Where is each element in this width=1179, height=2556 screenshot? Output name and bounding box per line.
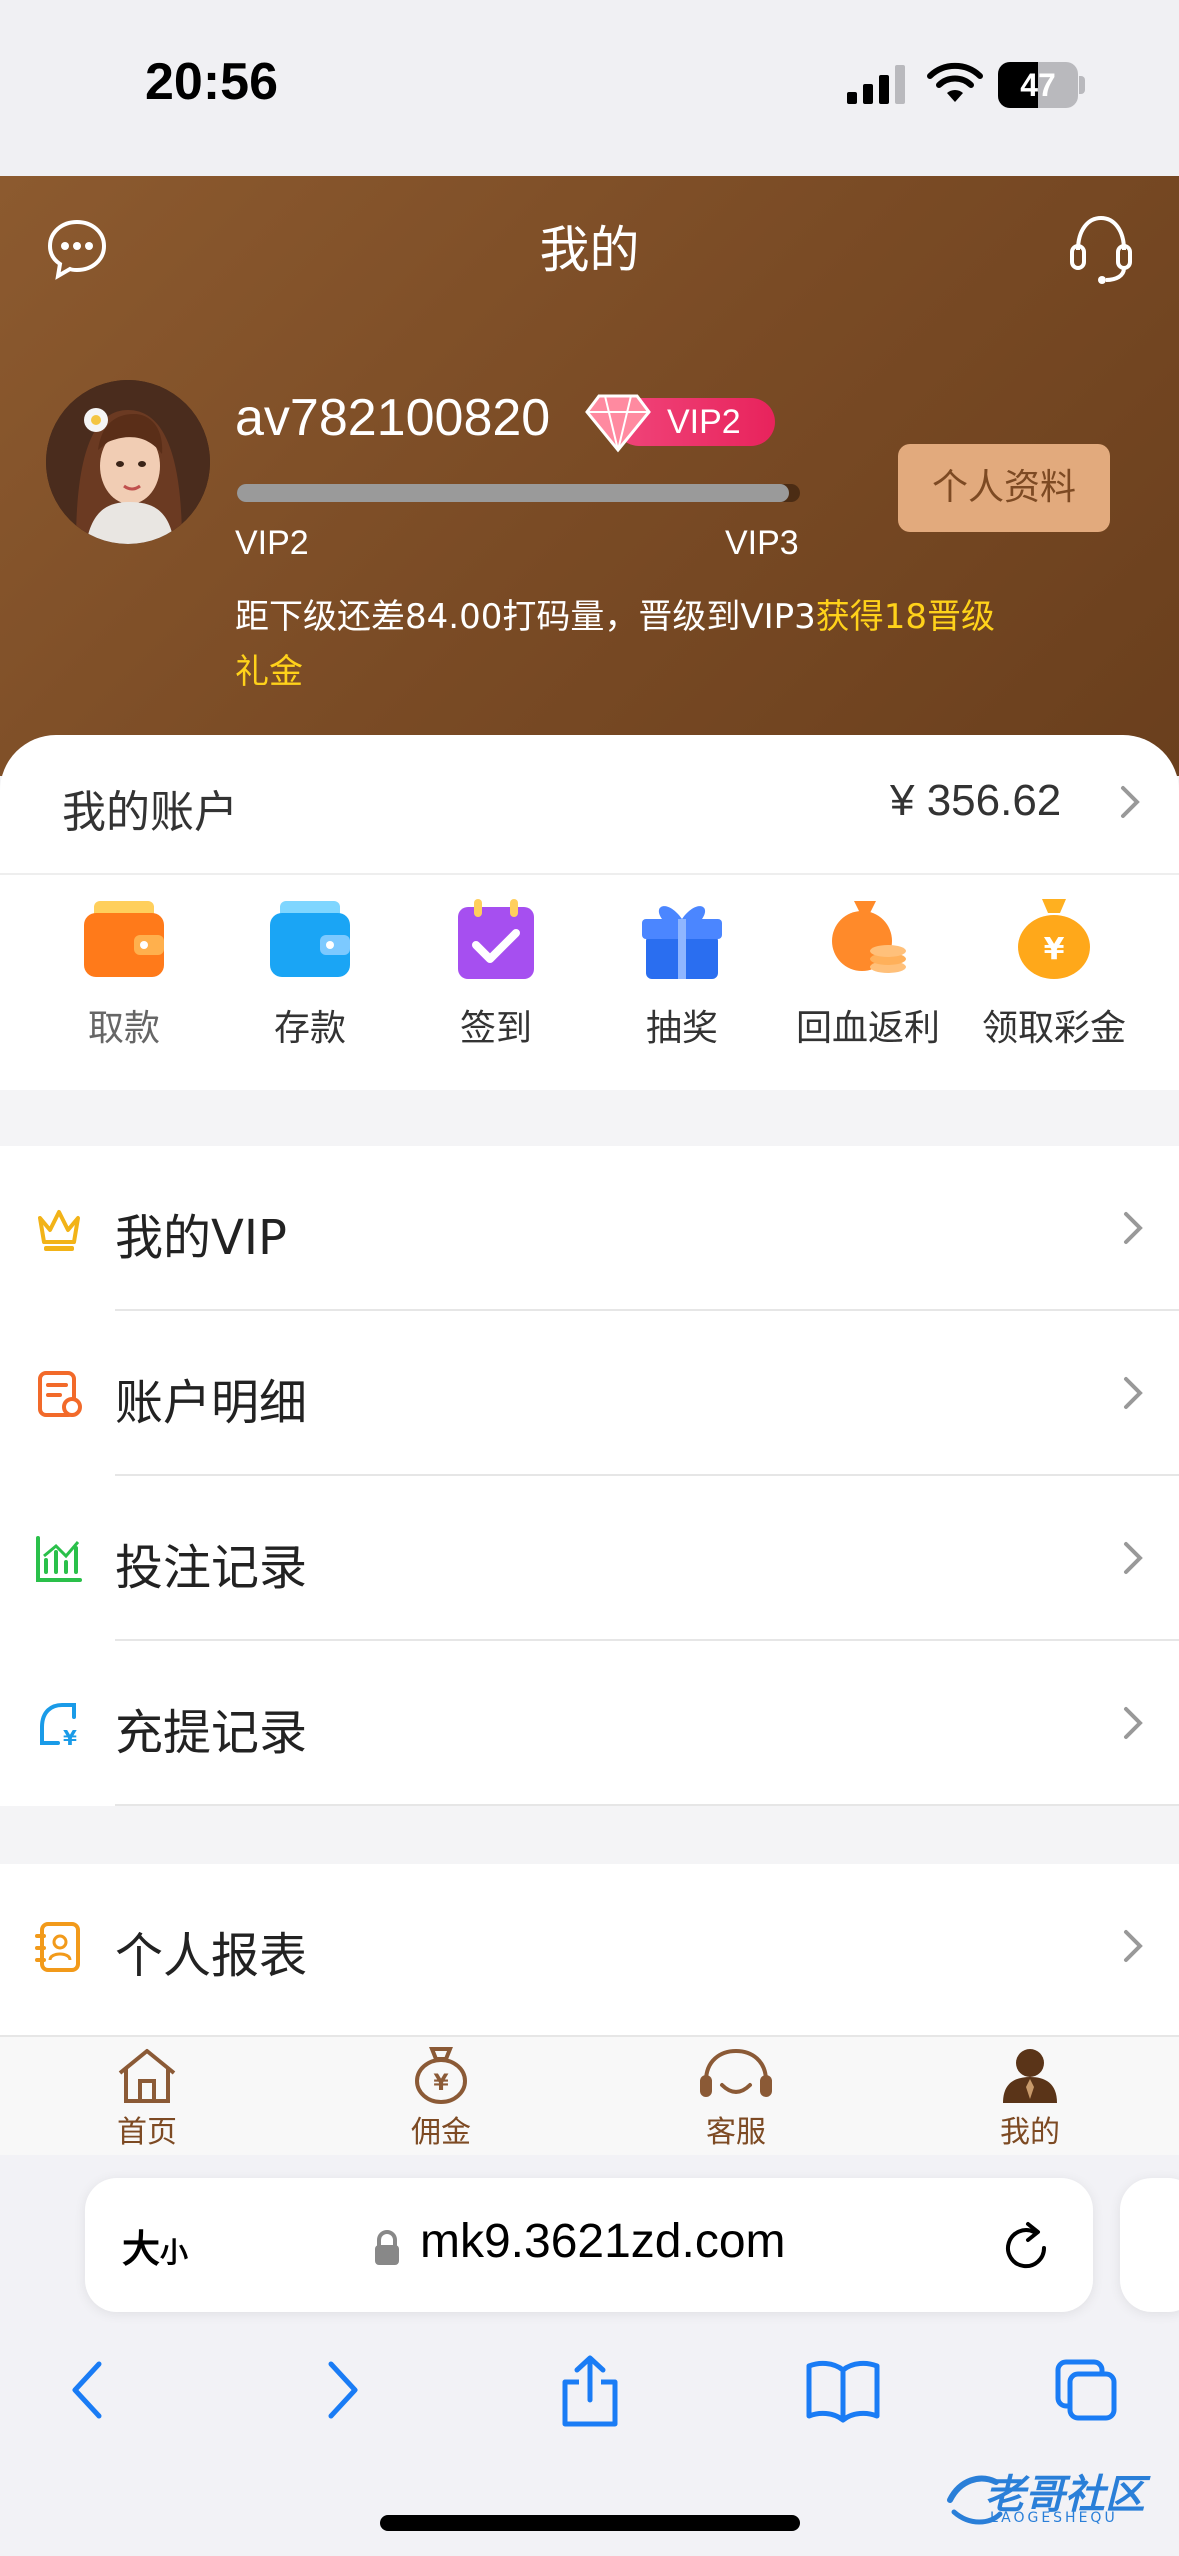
wallet-withdraw-icon [84, 901, 164, 977]
chevron-right-icon [1124, 1377, 1143, 1409]
headset-icon [700, 2048, 772, 2097]
account-label: 我的账户 [62, 787, 238, 838]
receipt-icon [38, 1371, 82, 1417]
tab-commission[interactable]: ¥ 佣金 [361, 2045, 521, 2151]
text-size-large: 大 [122, 2227, 161, 2271]
avatar[interactable] [46, 380, 210, 544]
status-time: 20:56 [145, 53, 278, 111]
vip-badge-label: VIP2 [667, 403, 741, 441]
action-label: 回血返利 [795, 1008, 940, 1049]
action-withdraw[interactable]: 取款 [31, 895, 217, 1075]
chevron-right-icon [1121, 786, 1140, 818]
commission-bag-icon: ¥ [415, 2047, 467, 2104]
tab-label: 佣金 [411, 2115, 471, 2150]
action-rebate[interactable]: 回血返利 [775, 895, 961, 1075]
avatar-image [46, 380, 210, 544]
menu-item-label: 投注记录 [115, 1540, 308, 1596]
reload-icon[interactable] [1000, 2218, 1056, 2278]
chevron-right-icon [1124, 1542, 1143, 1574]
next-level-label: VIP3 [725, 524, 799, 562]
action-deposit[interactable]: 存款 [217, 895, 403, 1075]
menu-item-my-vip[interactable]: 我的VIP [0, 1146, 1179, 1311]
crown-icon [38, 1210, 80, 1251]
wifi-icon [927, 62, 983, 102]
upgrade-hint: 距下级还差84.00打码量，晋级到VIP3获得18晋级礼金 [235, 590, 1015, 700]
action-label: 存款 [273, 1008, 346, 1049]
wallet-deposit-icon [270, 901, 350, 977]
menu-item-deposit-withdraw-records[interactable]: ¥ 充提记录 [0, 1641, 1179, 1806]
home-icon [118, 2049, 176, 2103]
chevron-right-icon [1124, 1707, 1143, 1739]
action-lottery[interactable]: 抽奖 [589, 895, 775, 1075]
svg-text:¥: ¥ [1044, 932, 1065, 967]
svg-text:¥: ¥ [433, 2071, 449, 2096]
share-icon[interactable] [555, 2350, 625, 2430]
account-balance: ¥ 356.62 [890, 776, 1062, 825]
vip-progress-bar [237, 484, 800, 502]
page-title: 我的 [539, 221, 640, 279]
tab-label: 首页 [117, 2115, 177, 2150]
customer-service-icon[interactable] [1068, 212, 1134, 284]
bookmarks-icon[interactable] [803, 2350, 883, 2430]
action-label: 领取彩金 [981, 1008, 1126, 1049]
tab-mine[interactable]: 我的 [950, 2045, 1110, 2151]
profile-button[interactable]: 个人资料 [898, 444, 1110, 532]
diamond-icon [585, 394, 651, 453]
menu-item-label: 我的VIP [115, 1210, 287, 1266]
calendar-check-icon [458, 899, 534, 979]
battery-tip [1079, 76, 1085, 94]
action-label: 抽奖 [645, 1008, 718, 1049]
vip-progress-fill [237, 484, 789, 502]
tabs-icon[interactable] [1050, 2350, 1120, 2430]
home-indicator [380, 2515, 800, 2531]
username: av782100820 [235, 389, 551, 447]
current-level-label: VIP2 [235, 524, 309, 562]
action-label: 取款 [87, 1008, 160, 1049]
watermark-subtext: LAOGESHEQU [990, 2510, 1118, 2526]
back-icon[interactable] [55, 2350, 125, 2430]
money-bag-icon: ¥ [1018, 899, 1090, 979]
signal-icon [847, 65, 905, 104]
bar-chart-icon [36, 1536, 82, 1582]
tab-label: 我的 [1000, 2115, 1060, 2150]
tab-home[interactable]: 首页 [67, 2045, 227, 2151]
divider [115, 1804, 1179, 1806]
battery-icon: 47 [998, 62, 1078, 108]
forward-icon[interactable] [305, 2350, 375, 2430]
menu-item-bet-records[interactable]: 投注记录 [0, 1476, 1179, 1641]
coin-bag-icon [832, 901, 906, 973]
lock-icon [375, 2230, 399, 2265]
action-label: 签到 [459, 1008, 532, 1049]
gift-icon [642, 906, 722, 979]
action-checkin[interactable]: 签到 [403, 895, 589, 1075]
next-tab-preview[interactable] [1120, 2178, 1179, 2312]
text-size-button[interactable]: 大小 [122, 2218, 188, 2273]
person-icon [1003, 2049, 1057, 2103]
vip-level-badge: VIP2 [585, 392, 775, 453]
menu-item-account-details[interactable]: 账户明细 [0, 1311, 1179, 1476]
chevron-right-icon [1124, 1930, 1143, 1962]
menu-item-label: 账户明细 [115, 1375, 308, 1431]
tab-customer-service[interactable]: 客服 [656, 2045, 816, 2151]
contacts-book-icon [35, 1922, 80, 1972]
text-size-small: 小 [160, 2236, 189, 2269]
menu-item-label: 充提记录 [115, 1705, 308, 1761]
upgrade-hint-text: 距下级还差84.00打码量，晋级到VIP3 [235, 597, 816, 637]
battery-level: 47 [1020, 67, 1056, 103]
chevron-right-icon [1124, 1212, 1143, 1244]
tab-label: 客服 [706, 2115, 766, 2150]
svg-text:¥: ¥ [63, 1726, 77, 1750]
url-text[interactable]: mk9.3621zd.com [420, 2214, 786, 2269]
menu-item-personal-report[interactable]: 个人报表 [0, 1864, 1179, 2029]
action-claim-bonus[interactable]: ¥ 领取彩金 [961, 895, 1147, 1075]
message-icon[interactable] [46, 218, 108, 280]
menu-item-label: 个人报表 [115, 1928, 308, 1984]
refresh-yen-icon: ¥ [40, 1703, 77, 1750]
